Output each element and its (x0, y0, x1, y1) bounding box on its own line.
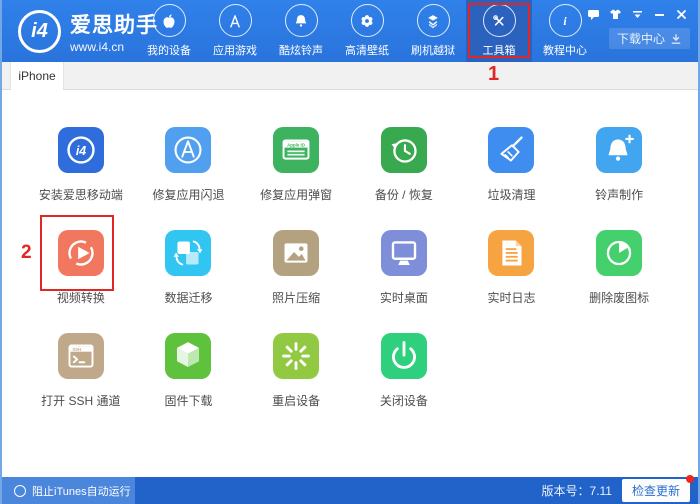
check-update-button[interactable]: 检查更新 (621, 475, 694, 502)
tab-bar: iPhone (2, 62, 698, 90)
main-nav: 我的设备 应用游戏 酷炫铃声 高清壁纸 刷机越狱 工具箱 i 教程中心 (136, 0, 598, 62)
tool-ringtone-maker[interactable]: 铃声制作 (565, 127, 673, 230)
tool-fix-app-popup[interactable]: Apple ID 修复应用弹窗 (242, 127, 350, 230)
photo-icon (273, 230, 320, 276)
tool-label: 实时日志 (487, 291, 536, 305)
info-icon: i (548, 4, 582, 37)
nav-label: 刷机越狱 (411, 45, 455, 57)
svg-text:SSH: SSH (72, 347, 81, 352)
minimize-icon[interactable] (653, 8, 666, 21)
svg-text:i: i (563, 15, 567, 28)
nav-item-apps-games[interactable]: 应用游戏 (202, 0, 268, 62)
tool-junk-clean[interactable]: 垃圾清理 (458, 127, 566, 230)
download-center-button[interactable]: 下载中心 (608, 28, 690, 49)
download-center-label: 下载中心 (616, 32, 665, 46)
feedback-icon[interactable] (587, 8, 600, 21)
svg-text:i4: i4 (76, 144, 86, 158)
annotation-step-2: 2 (21, 242, 32, 263)
menu-dropdown-icon[interactable] (631, 8, 644, 21)
checkbox-circle-icon (14, 484, 26, 497)
tool-firmware-download[interactable]: 固件下载 (135, 333, 243, 436)
tool-restart-device[interactable]: 重启设备 (242, 333, 350, 436)
tool-live-desktop[interactable]: 实时桌面 (350, 230, 458, 333)
flash-jailbreak-icon (416, 4, 450, 37)
flower-icon (350, 4, 384, 37)
nav-item-ringtones[interactable]: 酷炫铃声 (268, 0, 334, 62)
pie-circle-icon (596, 230, 643, 276)
toolbox-panel: i4 安装爱思移动端 修复应用闪退 Apple ID 修复应用弹窗 备份 / 恢… (2, 90, 698, 477)
apple-id-card-icon: Apple ID (273, 127, 320, 173)
bell-icon (284, 4, 318, 37)
tool-label: 备份 / 恢复 (374, 188, 433, 202)
restart-spinner-icon (273, 333, 320, 379)
monitor-icon (380, 230, 427, 276)
nav-item-wallpapers[interactable]: 高清壁纸 (334, 0, 400, 62)
ssh-terminal-icon: SSH (57, 333, 104, 379)
tool-label: 安装爱思移动端 (38, 188, 123, 202)
download-icon (671, 33, 681, 44)
nav-label: 我的设备 (147, 45, 191, 57)
bell-plus-icon (596, 127, 643, 173)
close-icon[interactable] (675, 8, 688, 21)
tool-data-migration[interactable]: 数据迁移 (135, 230, 243, 333)
tool-label: 删除废图标 (589, 291, 650, 305)
svg-text:Apple ID: Apple ID (287, 142, 305, 147)
tool-label: 重启设备 (272, 394, 321, 408)
status-bar: 阻止iTunes自动运行 版本号：7.11 检查更新 (2, 475, 698, 504)
tool-open-ssh[interactable]: SSH 打开 SSH 通道 (27, 333, 135, 436)
tool-label: 打开 SSH 通道 (41, 394, 121, 408)
check-update-label: 检查更新 (631, 484, 680, 498)
tool-label: 数据迁移 (164, 291, 213, 305)
apple-icon (152, 4, 186, 37)
title-bar: i4 爱思助手 www.i4.cn 我的设备 应用游戏 酷炫铃声 高清壁纸 刷机… (2, 0, 698, 62)
tool-label: 固件下载 (164, 394, 213, 408)
tool-shutdown-device[interactable]: 关闭设备 (350, 333, 458, 436)
log-document-icon (488, 230, 535, 276)
version-label: 版本号：7.11 (541, 484, 612, 498)
app-window: i4 爱思助手 www.i4.cn 我的设备 应用游戏 酷炫铃声 高清壁纸 刷机… (0, 0, 700, 504)
i4-logo-icon: i4 (18, 10, 61, 53)
nav-item-toolbox[interactable]: 工具箱 (466, 0, 532, 62)
skin-icon[interactable] (609, 8, 622, 21)
nav-item-jailbreak[interactable]: 刷机越狱 (400, 0, 466, 62)
tool-label: 关闭设备 (379, 394, 428, 408)
backup-restore-icon (380, 127, 427, 173)
tool-label: 照片压缩 (272, 291, 321, 305)
power-icon (380, 333, 427, 379)
window-controls (587, 8, 688, 21)
nav-label: 酷炫铃声 (279, 45, 323, 57)
data-migration-icon (165, 230, 212, 276)
tool-label: 实时桌面 (379, 291, 428, 305)
tab-iphone[interactable]: iPhone (10, 62, 64, 90)
tool-label: 铃声制作 (595, 188, 644, 202)
block-itunes-checkbox[interactable]: 阻止iTunes自动运行 (2, 477, 135, 504)
tool-backup-restore[interactable]: 备份 / 恢复 (350, 127, 458, 230)
tool-label: 视频转换 (56, 291, 105, 305)
nav-item-my-devices[interactable]: 我的设备 (136, 0, 202, 62)
tools-grid: i4 安装爱思移动端 修复应用闪退 Apple ID 修复应用弹窗 备份 / 恢… (2, 90, 698, 436)
broom-icon (488, 127, 535, 173)
tool-install-i4-mobile[interactable]: i4 安装爱思移动端 (27, 127, 135, 230)
tool-photo-compress[interactable]: 照片压缩 (242, 230, 350, 333)
tool-fix-app-crash[interactable]: 修复应用闪退 (135, 127, 243, 230)
checkbox-label: 阻止iTunes自动运行 (32, 485, 131, 498)
tool-video-convert[interactable]: 视频转换 (27, 230, 135, 333)
nav-label: 工具箱 (482, 45, 516, 57)
video-convert-icon (57, 230, 104, 276)
fix-app-crash-icon (165, 127, 212, 173)
annotation-step-1: 1 (488, 63, 500, 85)
tool-live-log[interactable]: 实时日志 (458, 230, 566, 333)
nav-label: 教程中心 (543, 45, 587, 57)
i4-mobile-icon: i4 (57, 127, 104, 173)
tool-label: 垃圾清理 (487, 188, 536, 202)
nav-label: 应用游戏 (213, 45, 257, 57)
tool-label: 修复应用弹窗 (260, 188, 333, 202)
update-notification-dot (686, 475, 694, 483)
tool-label: 修复应用闪退 (152, 188, 225, 202)
nav-label: 高清壁纸 (345, 45, 389, 57)
tool-delete-invalid-icons[interactable]: 删除废图标 (565, 230, 673, 333)
cube-icon (165, 333, 212, 379)
toolbox-icon (482, 4, 516, 37)
appstore-icon (218, 4, 252, 37)
